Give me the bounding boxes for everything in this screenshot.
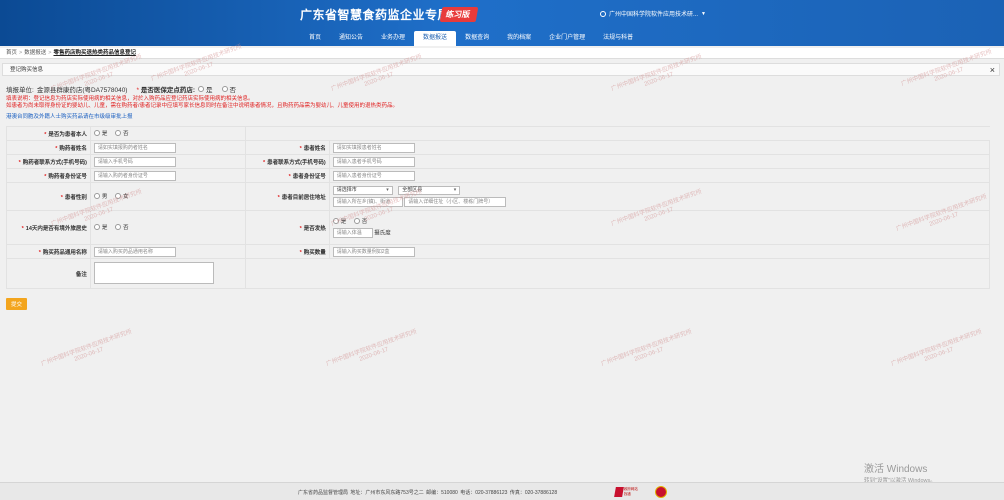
- gender-female-radio[interactable]: [114, 193, 121, 199]
- gov-site-logo[interactable]: 政府网站 找错: [614, 486, 641, 498]
- watermark: 广州中国科学院软件应用技术研究所 2020-06-17: [40, 329, 133, 368]
- top-header: 广东省智慧食药监企业专属网页 练习版 广州中国科学院软件应用技术研... ▼ 首…: [0, 0, 1004, 46]
- user-icon: [600, 10, 606, 17]
- registration-form: * 是否为患者本人 是 否 * 购药者姓名 请如实填报购药者姓名 * 患者姓名 请如实…: [6, 126, 991, 289]
- watermark: 广州中国科学院软件应用技术研究所 2020-06-17: [890, 329, 983, 368]
- remark-textarea[interactable]: [93, 261, 214, 284]
- travel-yes-radio[interactable]: [93, 224, 100, 230]
- unit-line: 填报单位: 金源县群康药店(粤DA7578040) * 是否医保定点药店: 是 …: [6, 84, 996, 94]
- chain-question: 是否医保定点药店:: [140, 87, 195, 94]
- chain-no-label: 否: [229, 87, 237, 94]
- panel-header: 登记购买信息 ×: [2, 63, 1000, 76]
- notice-1: 填表说明：登记信息为药店实际使用病的相关信息，对於入购药品应登记药店实际使用病的…: [6, 96, 254, 102]
- chevron-down-icon: ▼: [701, 10, 706, 17]
- district-select[interactable]: 全部区县 ▾: [398, 186, 461, 195]
- gender-options: 男 女: [89, 182, 246, 211]
- footer-text: 广东省药品监督管理局 地址：广州市东风东路753号之二 邮编：510080 电话…: [298, 490, 558, 496]
- user-name: 广州中国科学院软件应用技术研...: [609, 12, 699, 18]
- nav-home[interactable]: 首页: [300, 31, 330, 46]
- chevron-down-icon: ▾: [453, 187, 457, 193]
- watermark: 广州中国科学院软件应用技术研究所 2020-06-17: [600, 329, 693, 368]
- travel-options: 是 否: [89, 210, 246, 245]
- nav-my-archive[interactable]: 我的档案: [498, 31, 540, 46]
- buyer-name-label: * 购药者姓名: [6, 140, 91, 155]
- submit-button[interactable]: 提交: [6, 298, 28, 310]
- address-label: * 患者目前居住地址: [244, 182, 330, 211]
- chain-yes-radio[interactable]: [198, 86, 204, 92]
- patient-phone-label: * 患者联系方式(手机号码): [244, 154, 330, 169]
- temperature-unit: 摄氏度: [374, 230, 391, 237]
- user-menu[interactable]: 广州中国科学院软件应用技术研... ▼: [600, 9, 706, 18]
- town-input[interactable]: 请输入所在乡(镇)、街道: [332, 197, 403, 207]
- close-icon[interactable]: ×: [990, 64, 995, 76]
- is-self-label: * 是否为患者本人: [6, 126, 91, 141]
- patient-id-label: * 患者身份证号: [244, 168, 330, 183]
- remark-label: 备注: [6, 258, 91, 289]
- buyer-name-input[interactable]: 请如实填报购药者姓名: [93, 142, 176, 153]
- nav-regulations[interactable]: 法规与科普: [594, 31, 642, 46]
- fever-no-radio[interactable]: [353, 218, 360, 224]
- travel-label: * 14天内是否有境外旅居史: [6, 210, 91, 245]
- city-select[interactable]: 请选择市 ▾: [332, 186, 393, 195]
- breadcrumb-data-report[interactable]: 数据报送: [24, 50, 46, 56]
- hk-macau-link[interactable]: 港澳台同胞及外籍人士购买药品请在市级级审批上报: [6, 112, 996, 120]
- travel-no-radio[interactable]: [114, 224, 121, 230]
- is-self-no-radio[interactable]: [114, 130, 121, 136]
- address-fields: 请选择市 ▾ 全部区县 ▾ 请输入所在乡(镇)、街道 请输入详细住址（小区、楼栋门牌…: [328, 182, 991, 211]
- fever-yes-radio[interactable]: [332, 218, 339, 224]
- patient-name-input[interactable]: 请如实填报患者姓名: [332, 142, 415, 153]
- fever-label: * 是否发热: [244, 210, 330, 245]
- buyer-phone-input[interactable]: 请输入手机号码: [93, 156, 176, 167]
- gov-logo-icon: [614, 487, 624, 497]
- buyer-id-label: * 购药者身份证号: [6, 168, 91, 183]
- nav-portal-manage[interactable]: 企业门户管理: [540, 31, 594, 46]
- unit-value: 金源县群康药店(粤DA7578040): [36, 87, 128, 94]
- is-self-options: 是 否: [89, 126, 246, 141]
- nav-business[interactable]: 业务办理: [372, 31, 414, 46]
- drug-label: * 购买药品通用名称: [6, 244, 91, 259]
- quantity-input[interactable]: 请输入购买数量例如2盒: [332, 246, 415, 257]
- footer: 广东省药品监督管理局 地址：广州市东风东路753号之二 邮编：510080 电话…: [0, 482, 1004, 500]
- panel-title: 登记购买信息: [10, 67, 44, 73]
- windows-activation: 激活 Windows 转到"设置"以激活 Windows。: [864, 460, 936, 484]
- gender-male-radio[interactable]: [93, 193, 100, 199]
- police-badge-icon[interactable]: [655, 486, 667, 498]
- patient-id-input[interactable]: 请输入患者身份证号: [332, 170, 415, 181]
- patient-phone-input[interactable]: 请输入患者手机号码: [332, 156, 415, 167]
- breadcrumb-home[interactable]: 首页: [6, 50, 17, 56]
- unit-label: 填报单位:: [6, 87, 34, 94]
- chevron-down-icon: ▾: [386, 187, 389, 193]
- practice-badge: 练习版: [439, 7, 479, 22]
- chain-yes-label: 是: [206, 87, 213, 94]
- quantity-label: * 购买数量: [244, 244, 330, 259]
- chain-no-radio[interactable]: [221, 86, 228, 92]
- patient-name-label: * 患者姓名: [244, 140, 330, 155]
- detail-address-input[interactable]: 请输入详细住址（小区、楼栋门牌号）: [404, 197, 507, 207]
- windows-line1: 激活 Windows: [864, 464, 928, 475]
- nav-notices[interactable]: 通知公告: [330, 31, 372, 46]
- notice-2: 如患者为尚未取得身份证的婴幼儿、儿童，需在购药者/患者记录中应填写家长信息同时在…: [6, 103, 399, 109]
- buyer-phone-label: * 购药者联系方式(手机号码): [6, 154, 91, 169]
- is-self-yes-radio[interactable]: [93, 130, 100, 136]
- info-section: 填报单位: 金源县群康药店(粤DA7578040) * 是否医保定点药店: 是 …: [6, 84, 996, 120]
- fever-fields: 是 否 请输入体温 摄氏度: [328, 210, 991, 245]
- watermark: 广州中国科学院软件应用技术研究所 2020-06-17: [325, 329, 418, 368]
- temperature-input[interactable]: 请输入体温: [332, 228, 373, 238]
- empty-cell: [245, 126, 990, 141]
- gender-label: * 患者性别: [6, 182, 91, 211]
- breadcrumb-current: 零售药店购买退热类药品信息登记: [53, 50, 136, 56]
- breadcrumb: 首页 > 数据报送 > 零售药店购买退热类药品信息登记: [0, 48, 1004, 59]
- main-nav: 首页 通知公告 业务办理 数据报送 数据查询 我的档案 企业门户管理 法规与科普: [300, 31, 642, 46]
- buyer-id-input[interactable]: 请输入购药者身份证号: [93, 170, 176, 181]
- drug-name-input[interactable]: 请输入购买药品通用名称: [93, 246, 176, 257]
- nav-data-query[interactable]: 数据查询: [456, 31, 498, 46]
- empty-cell: [244, 258, 991, 289]
- nav-data-report[interactable]: 数据报送: [414, 31, 457, 46]
